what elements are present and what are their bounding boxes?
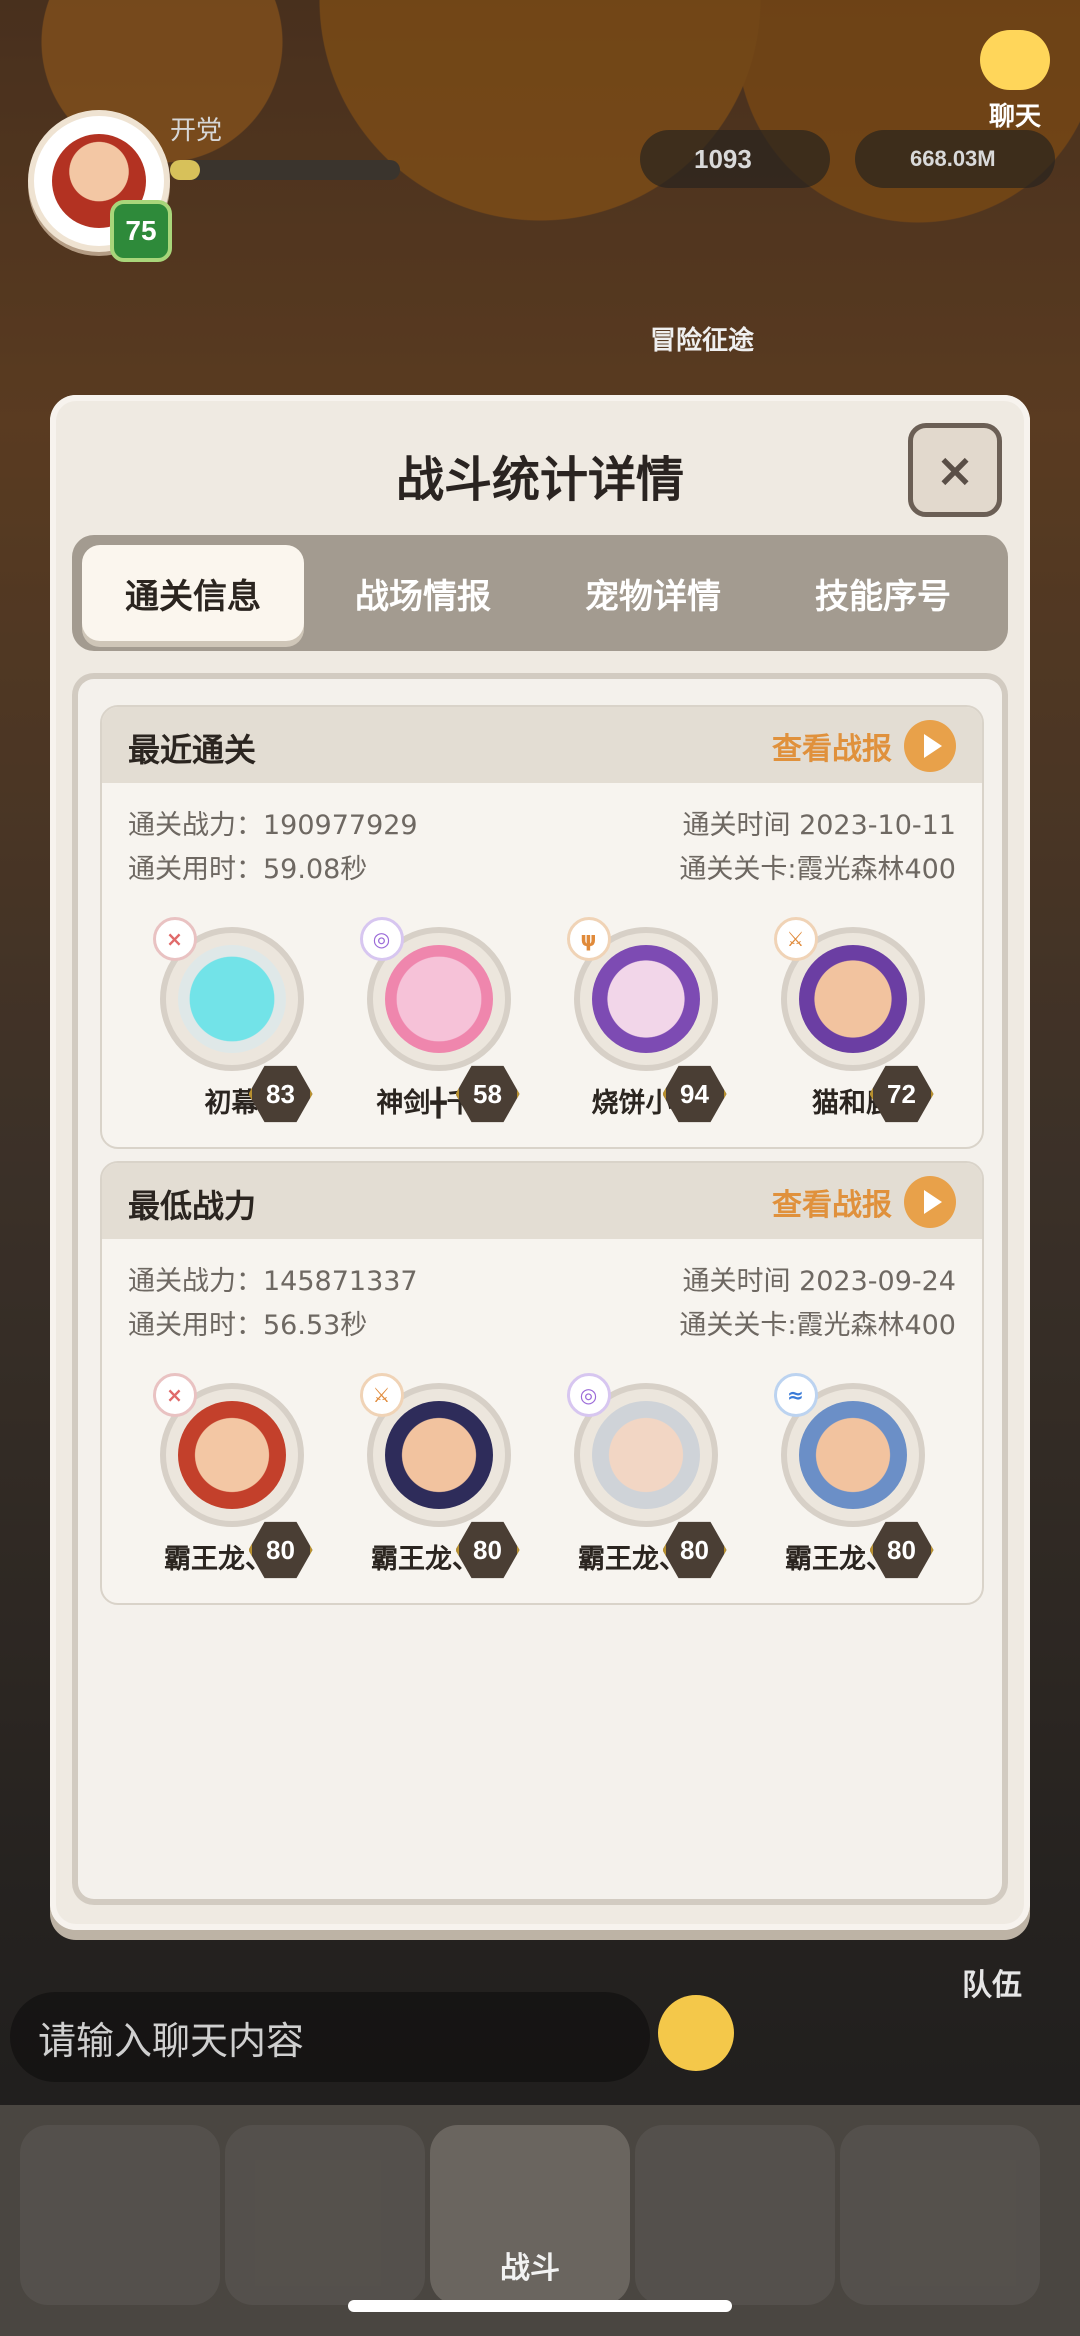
modal-title: 战斗统计详情 bbox=[395, 452, 684, 508]
nav-item-5[interactable] bbox=[840, 2125, 1040, 2305]
resource-pill-1[interactable]: 1093 bbox=[640, 130, 830, 188]
nav-item-4[interactable] bbox=[635, 2125, 835, 2305]
battle-stats-modal: 战斗统计详情 × 通关信息 战场情报 宠物详情 技能序号 最近通关 查看战报 通… bbox=[50, 395, 1030, 1930]
class-icon: × bbox=[152, 917, 197, 961]
class-icon: × bbox=[152, 1373, 197, 1417]
view-report-button[interactable]: 查看战报 bbox=[772, 719, 956, 773]
pet-card[interactable]: × 80 霸王龙、斗 bbox=[137, 1373, 327, 1579]
chat-placeholder: 请输入聊天内容 bbox=[38, 2018, 305, 2063]
tab-bar: 通关信息 战场情报 宠物详情 技能序号 bbox=[72, 535, 1008, 651]
tab-clear-info[interactable]: 通关信息 bbox=[82, 545, 304, 641]
stage-row: 通关关卡:霞光森林400 bbox=[679, 1310, 956, 1341]
emoji-icon[interactable] bbox=[658, 1995, 734, 2071]
chat-input[interactable]: 请输入聊天内容 bbox=[10, 1992, 650, 2082]
pet-card[interactable]: ⚔ 80 霸王龙、刺 bbox=[344, 1373, 534, 1579]
home-indicator[interactable] bbox=[348, 2300, 732, 2312]
pet-card[interactable]: ⚔ 72 猫和鹿 bbox=[758, 917, 948, 1123]
lowest-power-section: 最低战力 查看战报 通关战力：145871337 通关用时：56.53秒 通关时… bbox=[100, 1161, 984, 1605]
team-button[interactable]: 队伍 bbox=[932, 1960, 1052, 2004]
resource-pill-2[interactable]: 668.03M bbox=[855, 130, 1055, 188]
class-icon: ◎ bbox=[566, 1373, 611, 1417]
play-icon bbox=[904, 1176, 956, 1228]
view-report-label: 查看战报 bbox=[772, 1188, 892, 1223]
pet-list: × 83 初幕 ◎ 58 神剑╋千菁 ψ 94 烧饼小子 ⚔ 72 猫和鹿 bbox=[102, 917, 982, 1123]
class-icon: ⚔ bbox=[359, 1373, 404, 1417]
tab-pet-details[interactable]: 宠物详情 bbox=[542, 545, 764, 641]
nav-item-battle[interactable]: 战斗 bbox=[430, 2125, 630, 2305]
chat-bubble-icon bbox=[980, 30, 1050, 90]
date-row: 通关时间 2023-10-11 bbox=[682, 810, 956, 841]
stage-row: 通关关卡:霞光森林400 bbox=[679, 854, 956, 885]
power-row: 通关战力：145871337 bbox=[128, 1266, 418, 1297]
tab-battlefield-intel[interactable]: 战场情报 bbox=[312, 545, 534, 641]
time-row: 通关用时：56.53秒 bbox=[128, 1310, 368, 1341]
play-icon bbox=[904, 720, 956, 772]
section-header: 最低战力 查看战报 bbox=[102, 1163, 982, 1239]
exp-bar bbox=[170, 160, 400, 180]
pet-card[interactable]: ◎ 58 神剑╋千菁 bbox=[344, 917, 534, 1123]
nav-item-2[interactable] bbox=[225, 2125, 425, 2305]
pet-card[interactable]: ψ 94 烧饼小子 bbox=[551, 917, 741, 1123]
resource-1-value: 1093 bbox=[694, 143, 752, 174]
nav-label-battle: 战斗 bbox=[500, 2251, 560, 2286]
player-status-label: 开党 bbox=[170, 115, 223, 145]
close-button[interactable]: × bbox=[908, 423, 1002, 517]
section-title: 最近通关 bbox=[128, 731, 257, 769]
pet-card[interactable]: × 83 初幕 bbox=[137, 917, 327, 1123]
view-report-label: 查看战报 bbox=[772, 732, 892, 767]
chat-corner-button[interactable]: 聊天 bbox=[970, 30, 1060, 131]
view-report-button[interactable]: 查看战报 bbox=[772, 1175, 956, 1229]
resource-2-value: 668.03M bbox=[910, 146, 996, 171]
class-icon: ◎ bbox=[359, 917, 404, 961]
adventure-label[interactable]: 冒险征途 bbox=[650, 320, 754, 357]
section-header: 最近通关 查看战报 bbox=[102, 707, 982, 783]
section-title: 最低战力 bbox=[128, 1187, 257, 1225]
pet-card[interactable]: ≈ 80 霸王龙、德 bbox=[758, 1373, 948, 1579]
content-panel: 最近通关 查看战报 通关战力：190977929 通关用时：59.08秒 通关时… bbox=[72, 673, 1008, 1905]
time-row: 通关用时：59.08秒 bbox=[128, 854, 368, 885]
nav-item-1[interactable] bbox=[20, 2125, 220, 2305]
class-icon: ≈ bbox=[773, 1373, 818, 1417]
power-row: 通关战力：190977929 bbox=[128, 810, 418, 841]
pet-list: × 80 霸王龙、斗 ⚔ 80 霸王龙、刺 ◎ 80 霸王龙、术 ≈ 80 霸王… bbox=[102, 1373, 982, 1579]
date-row: 通关时间 2023-09-24 bbox=[682, 1266, 956, 1297]
chat-corner-label: 聊天 bbox=[988, 101, 1041, 131]
close-icon: × bbox=[935, 443, 975, 497]
tab-skill-order[interactable]: 技能序号 bbox=[772, 545, 994, 641]
class-icon: ψ bbox=[566, 917, 611, 961]
class-icon: ⚔ bbox=[773, 917, 818, 961]
recent-clear-section: 最近通关 查看战报 通关战力：190977929 通关用时：59.08秒 通关时… bbox=[100, 705, 984, 1149]
pet-card[interactable]: ◎ 80 霸王龙、术 bbox=[551, 1373, 741, 1579]
player-level: 75 bbox=[110, 200, 172, 262]
